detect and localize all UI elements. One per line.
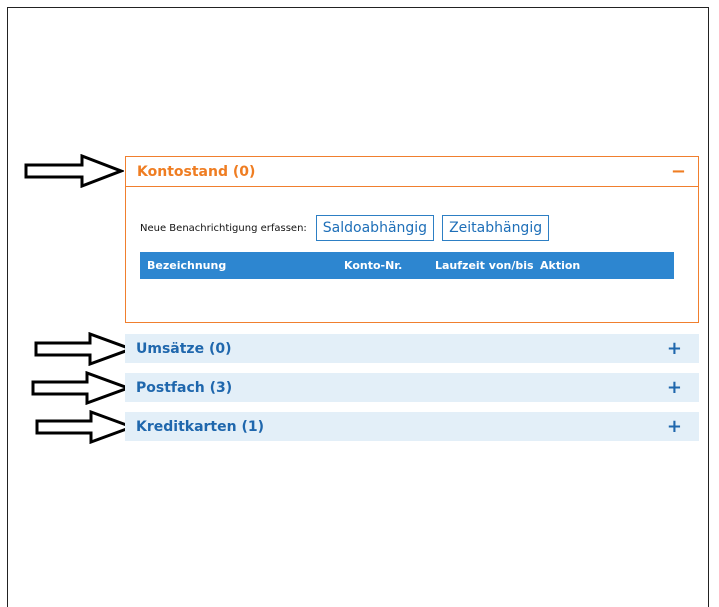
column-header-aktion: Aktion xyxy=(540,259,581,272)
postfach-title: Postfach (3) xyxy=(136,379,233,396)
kontostand-header[interactable]: Kontostand (0) − xyxy=(126,157,698,187)
plus-icon[interactable]: + xyxy=(667,378,682,397)
notification-row: Neue Benachrichtigung erfassen: Saldoabh… xyxy=(140,215,557,241)
column-header-konto-nr: Konto-Nr. xyxy=(344,259,403,272)
arrow-right-icon xyxy=(35,410,135,444)
column-header-laufzeit: Laufzeit von/bis xyxy=(435,259,534,272)
umsaetze-title: Umsätze (0) xyxy=(136,340,232,357)
table-header: Bezeichnung Konto-Nr. Laufzeit von/bis A… xyxy=(140,252,674,279)
kontostand-panel: Kontostand (0) − Neue Benachrichtigung e… xyxy=(125,156,699,323)
notify-label: Neue Benachrichtigung erfassen: xyxy=(140,222,307,234)
arrow-right-icon xyxy=(24,154,124,188)
arrow-right-icon xyxy=(34,332,134,366)
kontostand-title: Kontostand (0) xyxy=(137,163,256,180)
postfach-panel[interactable]: Postfach (3) + xyxy=(125,373,699,402)
arrow-right-icon xyxy=(31,371,131,405)
zeitabhaengig-button[interactable]: Zeitabhängig xyxy=(442,215,550,241)
kreditkarten-panel[interactable]: Kreditkarten (1) + xyxy=(125,412,699,441)
plus-icon[interactable]: + xyxy=(667,339,682,358)
minus-icon[interactable]: − xyxy=(671,162,686,181)
saldoabhaengig-button[interactable]: Saldoabhängig xyxy=(315,215,435,241)
kreditkarten-title: Kreditkarten (1) xyxy=(136,418,264,435)
umsaetze-panel[interactable]: Umsätze (0) + xyxy=(125,334,699,363)
column-header-bezeichnung: Bezeichnung xyxy=(147,259,227,272)
plus-icon[interactable]: + xyxy=(667,417,682,436)
